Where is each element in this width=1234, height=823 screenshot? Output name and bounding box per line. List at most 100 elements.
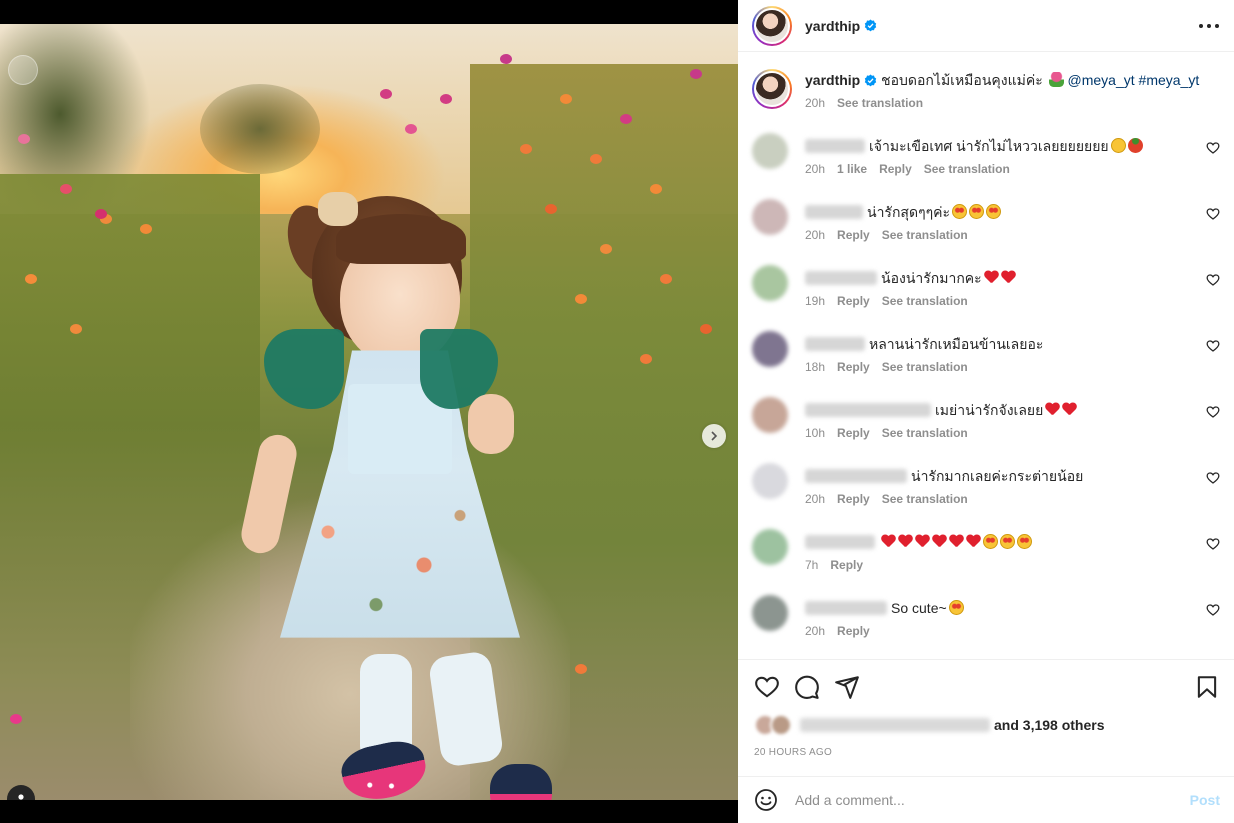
liker-name-blurred [800, 718, 990, 732]
commenter-avatar[interactable] [752, 529, 788, 565]
commenter-username-blurred[interactable] [805, 403, 931, 417]
cosmos-flower [640, 354, 652, 364]
comment-item: น่ารักสุดๆๆค่ะ 20h Reply See translation [752, 199, 1220, 249]
tomato-emoji-icon [1127, 138, 1143, 153]
commenter-username-blurred[interactable] [805, 601, 887, 615]
caption-hashtag-link[interactable]: #meya_yt [1139, 72, 1200, 88]
heart-emoji-icon [1045, 403, 1060, 417]
comment-time[interactable]: 20h [805, 162, 825, 176]
cosmos-flower [700, 324, 712, 334]
like-heart-icon[interactable] [754, 674, 780, 700]
comment-like-heart-icon[interactable] [1206, 339, 1220, 353]
likes-summary[interactable]: and 3,198 others [754, 714, 1105, 736]
commenter-avatar[interactable] [752, 265, 788, 301]
cosmos-flower [590, 154, 602, 164]
star-emoji-icon [969, 204, 984, 219]
more-options-button[interactable] [1199, 16, 1219, 36]
commenter-username-blurred[interactable] [805, 271, 877, 285]
child-arm-right [468, 394, 514, 454]
comment-time[interactable]: 19h [805, 294, 825, 308]
child-shoe-right [490, 764, 552, 800]
caption-see-translation[interactable]: See translation [837, 96, 923, 110]
commenter-username-blurred[interactable] [805, 337, 865, 351]
commenter-avatar[interactable] [752, 133, 788, 169]
commenter-username-blurred[interactable] [805, 205, 863, 219]
comment-reply-button[interactable]: Reply [830, 558, 863, 572]
tulip-emoji-icon [1048, 72, 1064, 87]
comment-item: น่ารักมากเลยค่ะกระต่ายน้อย 20h Reply See tr… [752, 463, 1220, 513]
comment-composer: Post [738, 776, 1234, 823]
comment-time[interactable]: 20h [805, 492, 825, 506]
cosmos-flower [500, 54, 512, 64]
comment-reply-button[interactable]: Reply [837, 624, 870, 638]
liker-avatars [754, 714, 792, 736]
comment-time[interactable]: 20h [805, 624, 825, 638]
comment-item: เมย่าน่ารักจังเลยย 10h Reply See translatio… [752, 397, 1220, 447]
comment-see-translation[interactable]: See translation [924, 162, 1010, 176]
star-emoji-icon [1017, 534, 1032, 549]
comment-see-translation[interactable]: See translation [882, 360, 968, 374]
caption-username[interactable]: yardthip [805, 72, 860, 88]
star-emoji-icon [983, 534, 998, 549]
post-timestamp[interactable]: 20 hours ago [754, 747, 832, 758]
emoji-smiley-icon[interactable] [754, 788, 778, 812]
dot-icon [1199, 24, 1203, 28]
caption-author-avatar[interactable] [752, 69, 792, 109]
comments-list[interactable]: yardthip ชอบดอกไม้เหมือนคุงแม่ค่ะ @meya_… [738, 53, 1234, 658]
cosmos-flower [575, 294, 587, 304]
child-bangs [336, 214, 466, 264]
commenter-avatar[interactable] [752, 595, 788, 631]
comment-reply-button[interactable]: Reply [837, 294, 870, 308]
cosmos-flower [25, 274, 37, 284]
cosmos-flower [60, 184, 72, 194]
comment-like-heart-icon[interactable] [1206, 405, 1220, 419]
post-photo[interactable] [0, 24, 738, 800]
cosmos-flower [140, 224, 152, 234]
cosmos-flower [10, 714, 22, 724]
comment-time[interactable]: 18h [805, 360, 825, 374]
comment-bubble-icon[interactable] [794, 674, 820, 700]
caption-mention-link[interactable]: @meya_yt [1068, 72, 1135, 88]
author-avatar[interactable] [752, 5, 792, 46]
commenter-username-blurred[interactable] [805, 469, 907, 483]
comment-reply-button[interactable]: Reply [837, 360, 870, 374]
comment-time[interactable]: 20h [805, 228, 825, 242]
comment-reply-button[interactable]: Reply [837, 426, 870, 440]
save-bookmark-icon[interactable] [1194, 674, 1220, 700]
child-hair-bow [318, 192, 358, 226]
commenter-username-blurred[interactable] [805, 535, 875, 549]
comment-like-heart-icon[interactable] [1206, 207, 1220, 221]
comment-like-heart-icon[interactable] [1206, 273, 1220, 287]
comment-time[interactable]: 10h [805, 426, 825, 440]
comment-see-translation[interactable]: See translation [882, 228, 968, 242]
caption-time[interactable]: 20h [805, 96, 825, 110]
share-send-icon[interactable] [834, 674, 860, 700]
comment-reply-button[interactable]: Reply [837, 492, 870, 506]
comment-like-heart-icon[interactable] [1206, 603, 1220, 617]
comment-input[interactable] [795, 792, 1190, 808]
comment-text: เจ้ามะเขือเทศ น่ารักไม่ไหววเลยยยยยยย [869, 138, 1109, 154]
photo-overlay-icon [8, 55, 38, 85]
carousel-next-button[interactable] [702, 424, 726, 448]
comment-item: So cute~ 20h Reply [752, 595, 1220, 645]
post-comment-button[interactable]: Post [1190, 792, 1220, 808]
comment-see-translation[interactable]: See translation [882, 426, 968, 440]
commenter-avatar[interactable] [752, 199, 788, 235]
comment-reply-button[interactable]: Reply [837, 228, 870, 242]
comment-see-translation[interactable]: See translation [882, 294, 968, 308]
author-username[interactable]: yardthip [805, 18, 860, 34]
comment-like-heart-icon[interactable] [1206, 141, 1220, 155]
commenter-avatar[interactable] [752, 397, 788, 433]
comment-like-heart-icon[interactable] [1206, 537, 1220, 551]
chevron-right-icon [711, 431, 718, 441]
commenter-avatar[interactable] [752, 331, 788, 367]
comment-time[interactable]: 7h [805, 558, 818, 572]
commenter-avatar[interactable] [752, 463, 788, 499]
comment-like-heart-icon[interactable] [1206, 471, 1220, 485]
commenter-username-blurred[interactable] [805, 139, 865, 153]
likes-others-text[interactable]: and 3,198 others [994, 717, 1105, 733]
comment-reply-button[interactable]: Reply [879, 162, 912, 176]
comment-see-translation[interactable]: See translation [882, 492, 968, 506]
comment-like-count[interactable]: 1 like [837, 162, 867, 176]
post-header: yardthip [738, 0, 1234, 52]
